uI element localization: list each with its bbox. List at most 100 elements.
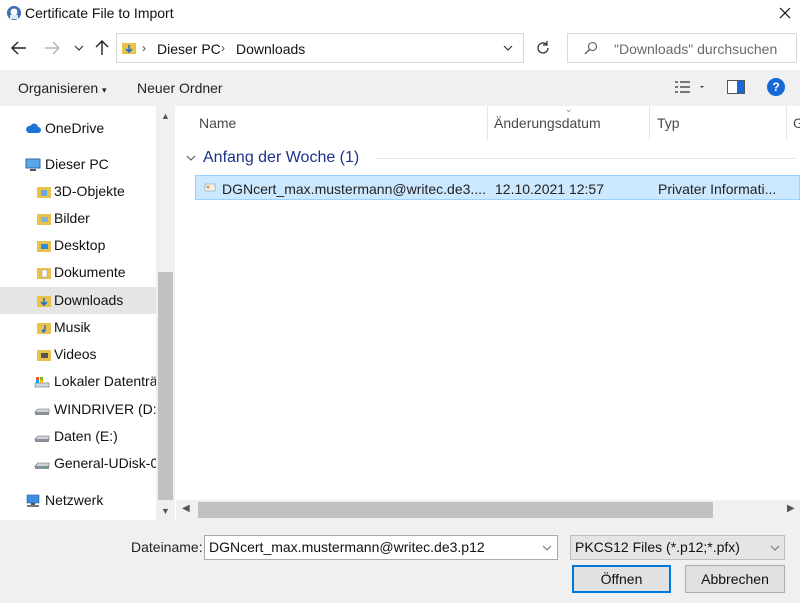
folder-icon bbox=[37, 350, 51, 361]
folder-icon bbox=[37, 214, 51, 225]
file-list: Name ⌄ Änderungsdatum Typ G Anfang der W… bbox=[176, 104, 800, 520]
chevron-down-icon bbox=[770, 545, 780, 551]
network-icon bbox=[26, 494, 40, 507]
view-options-icon[interactable] bbox=[674, 80, 704, 94]
sidebar-item-desktop[interactable]: Desktop bbox=[0, 232, 156, 259]
cancel-button[interactable]: Abbrechen bbox=[685, 565, 785, 593]
forward-button[interactable] bbox=[42, 38, 62, 58]
chevron-down-icon bbox=[503, 45, 513, 51]
sidebar-item-label: General-UDisk-0 bbox=[54, 455, 159, 471]
dialog-footer: Dateiname: DGNcert_max.mustermann@writec… bbox=[0, 520, 800, 603]
arrow-left-icon bbox=[11, 41, 26, 55]
help-button[interactable]: ? bbox=[767, 78, 785, 96]
column-divider[interactable] bbox=[786, 106, 787, 140]
sidebar-item-dokumente[interactable]: Dokumente bbox=[0, 259, 156, 286]
new-folder-button[interactable]: Neuer Ordner bbox=[137, 80, 223, 96]
recent-locations-button[interactable] bbox=[69, 38, 89, 58]
sidebar-item-label: Daten (E:) bbox=[54, 428, 118, 444]
address-bar[interactable]: › Dieser PC › Downloads bbox=[116, 33, 524, 63]
sidebar-item-videos[interactable]: Videos bbox=[0, 341, 156, 368]
drive-icon bbox=[34, 377, 50, 388]
sidebar-item-label: Bilder bbox=[54, 210, 90, 226]
back-button[interactable] bbox=[9, 38, 29, 58]
navigation-bar: › Dieser PC › Downloads "Downloads" durc… bbox=[0, 28, 800, 70]
column-header-size[interactable]: G bbox=[793, 115, 800, 131]
dropdown-arrow-icon: ▾ bbox=[102, 85, 107, 95]
sidebar-item-bilder[interactable]: Bilder bbox=[0, 205, 156, 232]
sidebar-item-label: Dokumente bbox=[54, 264, 126, 280]
filter-value: PKCS12 Files (*.p12;*.pfx) bbox=[575, 539, 740, 555]
file-row[interactable]: DGNcert_max.mustermann@writec.de3.... 12… bbox=[195, 175, 800, 200]
folder-icon bbox=[37, 323, 51, 334]
sidebar-item-general-udisk[interactable]: General-UDisk-0 bbox=[0, 450, 159, 477]
navigation-pane: OneDrive Dieser PC 3D-Objekte Bilder Des… bbox=[0, 106, 175, 520]
app-icon bbox=[7, 6, 21, 20]
filename-dropdown-button[interactable] bbox=[539, 539, 555, 557]
column-header-type[interactable]: Typ bbox=[657, 115, 680, 131]
sidebar-item-lokaler-datentraeger[interactable]: Lokaler Datenträ bbox=[0, 368, 158, 395]
scroll-up-icon[interactable]: ▲ bbox=[159, 109, 172, 122]
column-divider[interactable] bbox=[487, 106, 488, 140]
organize-label: Organisieren bbox=[18, 80, 99, 96]
folder-icon bbox=[37, 241, 51, 252]
sidebar-scrollbar[interactable]: ▲ ▼ bbox=[156, 106, 175, 520]
filename-value: DGNcert_max.mustermann@writec.de3.p12 bbox=[209, 539, 485, 555]
sidebar-item-onedrive[interactable]: OneDrive bbox=[0, 115, 156, 142]
sidebar-item-label: Musik bbox=[54, 319, 91, 335]
drive-icon bbox=[34, 435, 50, 442]
sidebar-item-label: Desktop bbox=[54, 237, 106, 253]
folder-download-icon bbox=[122, 43, 136, 54]
certificate-file-icon bbox=[204, 183, 216, 192]
address-dropdown-button[interactable] bbox=[497, 34, 519, 62]
file-type-filter-select[interactable]: PKCS12 Files (*.p12;*.pfx) bbox=[570, 535, 785, 560]
computer-icon bbox=[25, 158, 41, 171]
search-icon bbox=[584, 41, 598, 55]
organize-button[interactable]: Organisieren ▾ bbox=[18, 80, 107, 96]
preview-pane-icon[interactable] bbox=[727, 80, 745, 94]
group-divider bbox=[376, 158, 796, 159]
chevron-down-icon bbox=[74, 45, 84, 51]
close-icon[interactable] bbox=[770, 0, 800, 28]
command-bar: Organisieren ▾ Neuer Ordner ? bbox=[0, 70, 800, 106]
column-header-name[interactable]: Name bbox=[199, 115, 236, 131]
scroll-right-icon[interactable]: ▶ bbox=[787, 503, 795, 514]
filename-field[interactable]: DGNcert_max.mustermann@writec.de3.p12 bbox=[204, 535, 558, 560]
column-header-date[interactable]: Änderungsdatum bbox=[494, 115, 601, 131]
sidebar-item-downloads[interactable]: Downloads bbox=[0, 287, 156, 314]
filename-label: Dateiname: bbox=[131, 539, 203, 555]
help-icon: ? bbox=[772, 80, 780, 94]
horizontal-scrollbar[interactable]: ◀ ▶ bbox=[176, 500, 800, 520]
sidebar-item-musik[interactable]: Musik bbox=[0, 314, 156, 341]
sidebar-item-label: WINDRIVER (D:) bbox=[54, 401, 162, 417]
up-button[interactable] bbox=[92, 38, 112, 58]
sidebar-item-label: Dieser PC bbox=[45, 156, 109, 172]
breadcrumb-downloads[interactable]: Downloads bbox=[236, 41, 305, 57]
file-date: 12.10.2021 12:57 bbox=[495, 181, 604, 197]
sort-indicator-icon: ⌄ bbox=[565, 104, 573, 114]
breadcrumb-dieser-pc[interactable]: Dieser PC bbox=[157, 41, 221, 57]
open-button[interactable]: Öffnen bbox=[572, 565, 671, 593]
arrow-right-icon bbox=[45, 41, 60, 55]
breadcrumb-separator: › bbox=[142, 41, 146, 55]
scroll-left-icon[interactable]: ◀ bbox=[182, 503, 190, 514]
search-input[interactable]: "Downloads" durchsuchen bbox=[567, 33, 797, 63]
sidebar-item-label: 3D-Objekte bbox=[54, 183, 125, 199]
group-header[interactable]: Anfang der Woche (1) bbox=[203, 149, 359, 167]
sidebar-item-netzwerk[interactable]: Netzwerk bbox=[0, 487, 156, 514]
refresh-button[interactable] bbox=[528, 33, 558, 63]
sidebar-item-dieser-pc[interactable]: Dieser PC bbox=[0, 151, 156, 178]
folder-icon bbox=[37, 187, 51, 198]
cloud-icon bbox=[26, 123, 41, 133]
sidebar-item-daten[interactable]: Daten (E:) bbox=[0, 423, 156, 450]
collapse-group-icon[interactable] bbox=[186, 155, 196, 161]
scrollbar-thumb[interactable] bbox=[158, 272, 173, 500]
window-title: Certificate File to Import bbox=[25, 5, 174, 21]
sidebar-item-windriver[interactable]: WINDRIVER (D:) bbox=[0, 396, 161, 423]
column-divider[interactable] bbox=[649, 106, 650, 140]
sidebar-item-3d-objekte[interactable]: 3D-Objekte bbox=[0, 178, 156, 205]
sidebar-item-label: Downloads bbox=[54, 292, 124, 308]
chevron-down-icon bbox=[542, 545, 552, 551]
scroll-down-icon[interactable]: ▼ bbox=[159, 504, 172, 517]
scrollbar-thumb[interactable] bbox=[198, 502, 713, 518]
sidebar-item-label: Lokaler Datenträ bbox=[54, 373, 158, 389]
